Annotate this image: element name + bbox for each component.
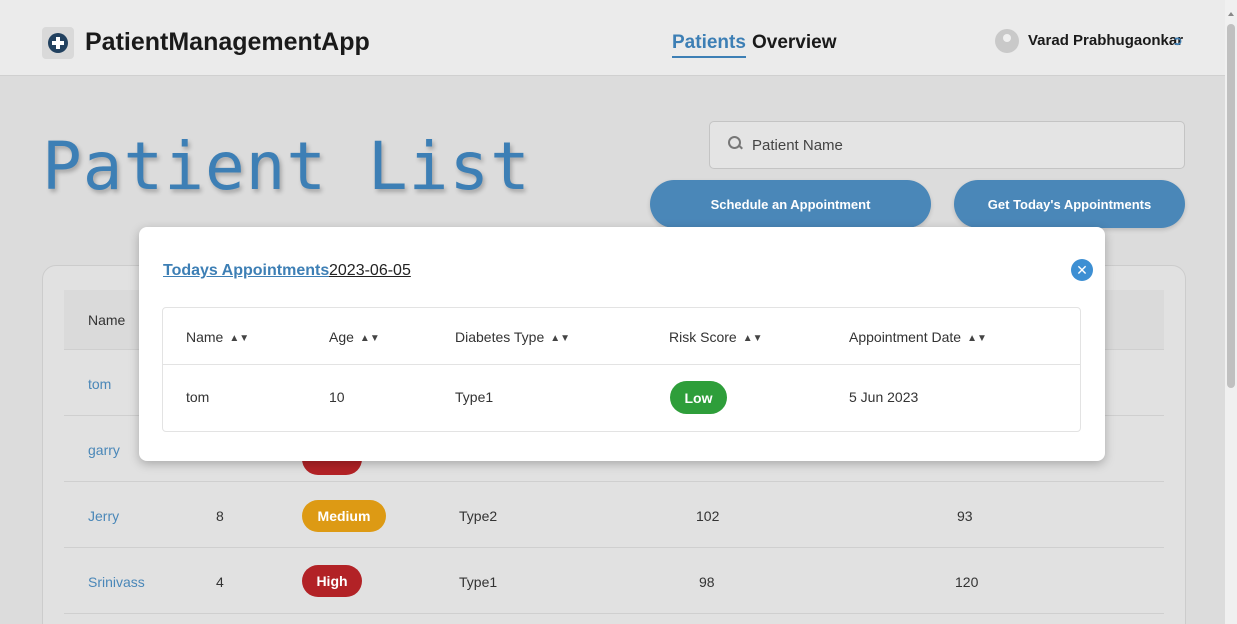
modal-title: Todays Appointments (163, 262, 330, 279)
risk-badge: Low (670, 381, 727, 414)
appointment-date: 5 Jun 2023 (849, 389, 919, 405)
nav-link-patients[interactable]: Patients (672, 32, 746, 58)
patient-value: 93 (957, 508, 973, 524)
patient-name-link[interactable]: tom (88, 376, 111, 392)
appointment-name: tom (186, 389, 210, 405)
column-header-risk-score[interactable]: Risk Score ▲▼ (669, 329, 762, 345)
risk-badge: High (302, 565, 362, 597)
page-title: Patient List (42, 128, 531, 205)
scroll-up-arrow-icon[interactable] (1228, 12, 1234, 16)
search-input[interactable]: Patient Name (709, 121, 1185, 169)
close-icon[interactable]: ✕ (1071, 259, 1093, 281)
user-name: Varad Prabhugaonkar (1028, 32, 1184, 49)
app-name[interactable]: PatientManagementApp (85, 28, 370, 57)
risk-badge: Medium (302, 500, 386, 532)
todays-appointments-modal: Todays Appointments 2023-06-05 ✕ Name ▲▼ … (139, 227, 1105, 461)
patient-value: 120 (955, 574, 979, 590)
column-header-name[interactable]: Name ▲▼ (186, 329, 249, 345)
column-label: Appointment Date (849, 329, 962, 345)
patient-value: 98 (699, 574, 715, 590)
nav-link-overview[interactable]: Overview (752, 32, 837, 54)
get-todays-appointments-button[interactable]: Get Today's Appointments (954, 180, 1185, 228)
appointment-age: 10 (329, 389, 345, 405)
sort-icon[interactable]: ▲▼ (967, 333, 987, 344)
sort-icon[interactable]: ▲▼ (743, 333, 763, 344)
schedule-appointment-button[interactable]: Schedule an Appointment (650, 180, 931, 228)
sort-icon[interactable]: ▲▼ (550, 333, 570, 344)
modal-date: 2023-06-05 (329, 262, 411, 279)
user-avatar-icon (995, 29, 1019, 53)
column-header-appointment-date[interactable]: Appointment Date ▲▼ (849, 329, 987, 345)
column-label: Age (329, 329, 354, 345)
column-header-age[interactable]: Age ▲▼ (329, 329, 380, 345)
scroll-thumb[interactable] (1227, 24, 1235, 388)
column-header-diabetes-type[interactable]: Diabetes Type ▲▼ (455, 329, 570, 345)
patient-age: 4 (216, 574, 224, 590)
diabetes-type: Type1 (459, 574, 498, 590)
page: PatientManagementApp Patients Overview V… (0, 0, 1225, 624)
column-label: Risk Score (669, 329, 737, 345)
appointments-table: Name ▲▼ Age ▲▼ Diabetes Type ▲▼ Risk Score ▲… (162, 307, 1081, 432)
column-label: Name (186, 329, 224, 345)
appointment-diabetes-type: Type1 (455, 389, 494, 405)
navbar: PatientManagementApp Patients Overview V… (0, 0, 1225, 76)
patient-age: 8 (216, 508, 224, 524)
medical-cross-icon[interactable] (42, 27, 74, 59)
sort-icon[interactable]: ▲▼ (360, 333, 380, 344)
patient-name-link[interactable]: Srinivass (88, 574, 145, 590)
search-icon (728, 136, 742, 150)
table-row[interactable]: Jerry 8 Medium Type2 102 93 (64, 482, 1164, 548)
scrollbar[interactable] (1225, 0, 1237, 624)
search-placeholder: Patient Name (752, 137, 843, 154)
diabetes-type: Type2 (459, 508, 498, 524)
sort-icon[interactable]: ▲▼ (229, 333, 249, 344)
logout-icon[interactable]: ➲ (1172, 33, 1183, 49)
table-row[interactable]: Srinivass 4 High Type1 98 120 (64, 548, 1164, 614)
patient-name-link[interactable]: Jerry (88, 508, 119, 524)
column-header-name[interactable]: Name (88, 312, 125, 328)
column-label: Diabetes Type (455, 329, 545, 345)
patient-value: 102 (696, 508, 720, 524)
patient-name-link[interactable]: garry (88, 442, 120, 458)
table-header: Name ▲▼ Age ▲▼ Diabetes Type ▲▼ Risk Score ▲… (163, 308, 1080, 365)
